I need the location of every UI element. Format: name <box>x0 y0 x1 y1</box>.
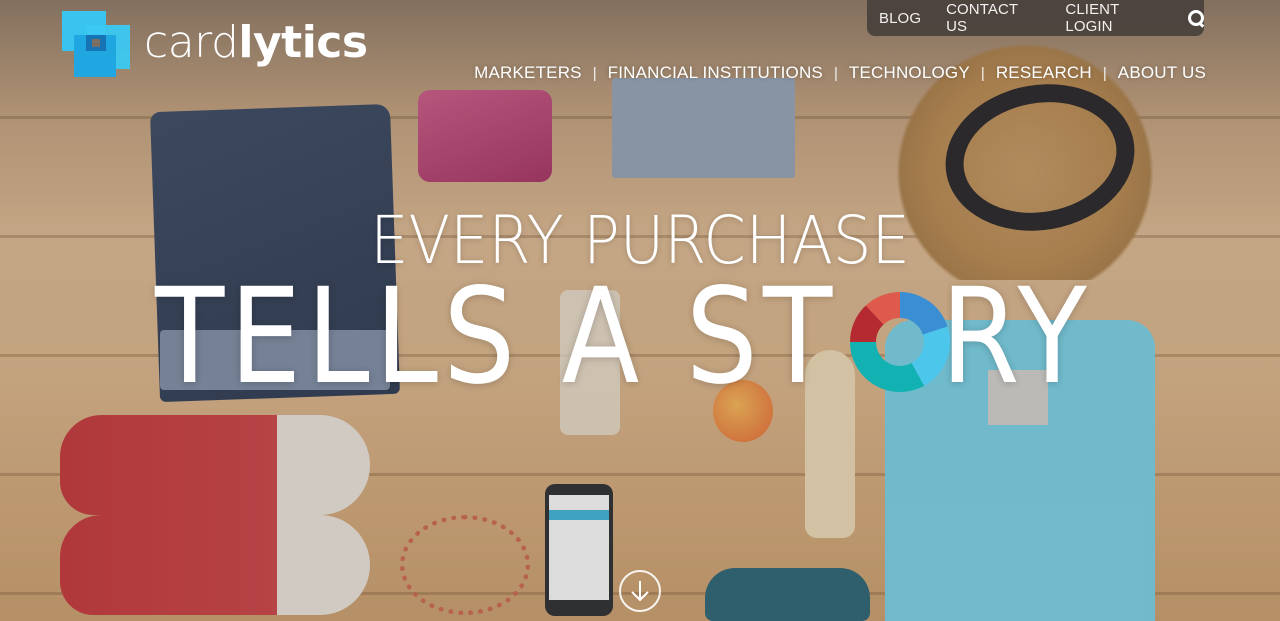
arrow-down-icon <box>631 581 649 602</box>
hero-headline-text-start: TELLS A ST <box>155 260 838 414</box>
nav-link-financial-institutions[interactable]: FINANCIAL INSTITUTIONS <box>608 63 823 83</box>
nav-link-blog[interactable]: BLOG <box>879 10 921 27</box>
nav-link-marketers[interactable]: MARKETERS <box>474 63 582 83</box>
donut-segment <box>850 342 925 392</box>
search-icon[interactable] <box>1187 9 1204 27</box>
nav-separator: | <box>833 64 838 82</box>
donut-segment <box>900 292 948 335</box>
nav-link-research[interactable]: RESEARCH <box>996 63 1092 83</box>
cardlytics-logo[interactable]: cardlytics <box>62 11 368 79</box>
nav-link-contact-us[interactable]: CONTACT US <box>946 1 1040 35</box>
nav-separator: | <box>1102 64 1107 82</box>
main-nav: MARKETERS | FINANCIAL INSTITUTIONS | TEC… <box>474 63 1206 83</box>
scroll-down-button[interactable] <box>619 570 661 612</box>
utility-nav: BLOG CONTACT US CLIENT LOGIN <box>867 0 1204 36</box>
logo-wordmark: cardlytics <box>144 16 368 68</box>
overlapping-squares-logo-icon <box>62 11 130 79</box>
nav-separator: | <box>980 64 985 82</box>
nav-separator: | <box>592 64 597 82</box>
donut-chart-icon <box>850 292 950 392</box>
hero-headline-text-end: RY <box>940 260 1092 414</box>
nav-link-about-us[interactable]: ABOUT US <box>1118 63 1206 83</box>
nav-link-client-login[interactable]: CLIENT LOGIN <box>1065 1 1167 35</box>
nav-link-technology[interactable]: TECHNOLOGY <box>849 63 970 83</box>
